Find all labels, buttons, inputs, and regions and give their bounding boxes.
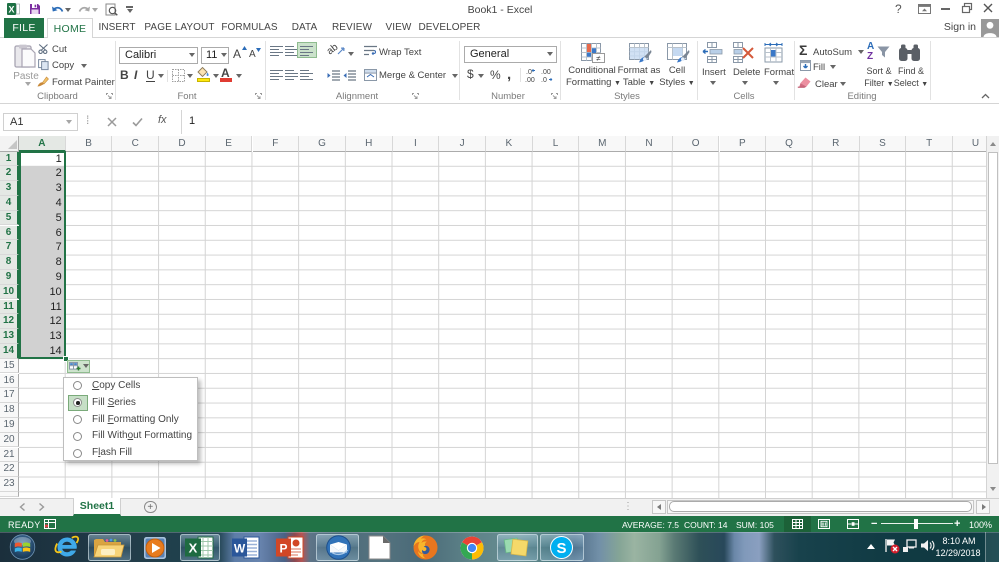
svg-text:X: X — [189, 541, 198, 556]
svg-text:.00: .00 — [541, 69, 551, 76]
svg-text:.0: .0 — [526, 69, 532, 76]
svg-text:S: S — [556, 540, 566, 557]
svg-text:.0: .0 — [541, 77, 547, 84]
svg-text:.00: .00 — [525, 77, 535, 84]
svg-text:X: X — [8, 5, 14, 15]
svg-text:P: P — [279, 542, 287, 556]
svg-text:W: W — [234, 542, 246, 556]
